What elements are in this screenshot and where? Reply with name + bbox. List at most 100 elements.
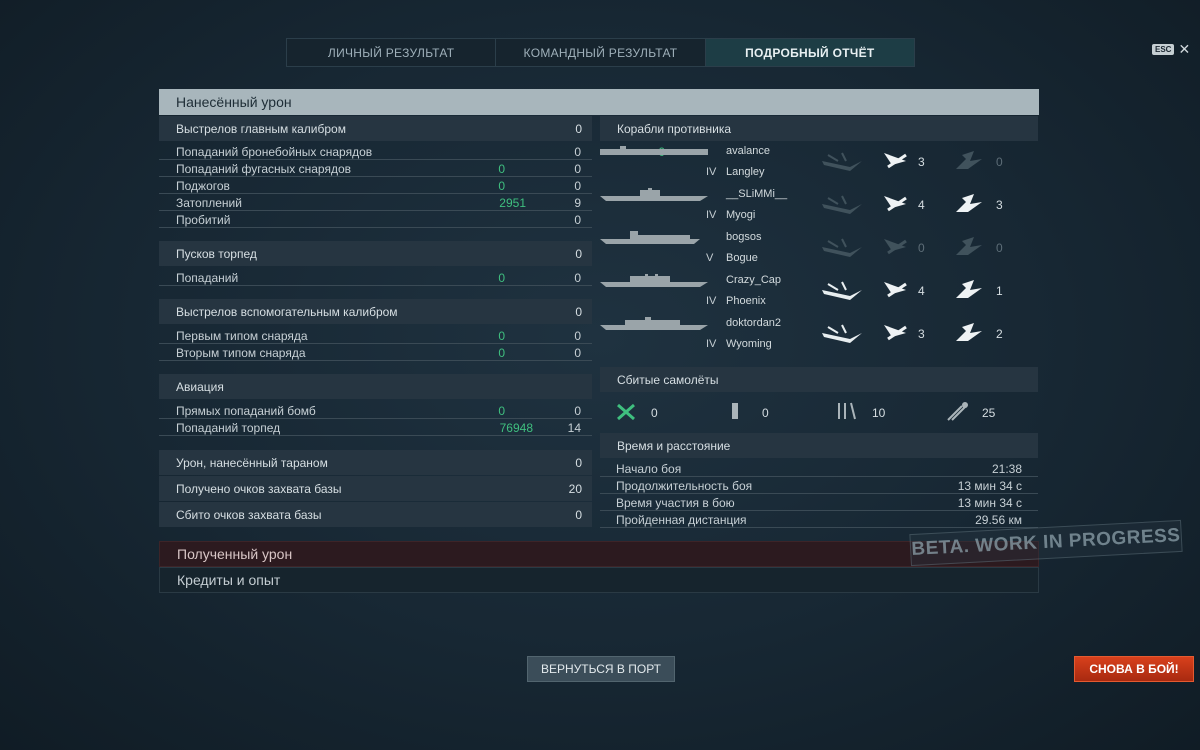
time-value: 21:38	[991, 462, 1022, 476]
sunk-ship-icon	[822, 281, 862, 300]
bomb-hit-count: 1	[996, 284, 1003, 298]
stat-value: 0	[574, 404, 581, 418]
bomb-hit-count: 3	[996, 198, 1003, 212]
close-icon: ✕	[1178, 41, 1191, 57]
stat-value: 0	[574, 271, 581, 285]
stat-green-value: 0	[498, 162, 505, 176]
torpedo-hit-icon	[884, 282, 907, 298]
planes-torpedo-bomber-value: 10	[872, 406, 886, 420]
stat-label: Пробитий	[176, 213, 231, 227]
enemy-player-name: avalance	[726, 145, 771, 157]
stat-green-value: 0	[498, 329, 505, 343]
ship-name: Langley	[726, 166, 765, 178]
enemy-ships-header: Корабли противника	[600, 116, 1038, 141]
ship-silhouette-icon	[600, 231, 700, 244]
stat-label: Прямых попаданий бомб	[176, 404, 316, 418]
ship-tier: IV	[706, 295, 717, 307]
ship-silhouette-icon	[600, 188, 708, 201]
stat-green-value: 0	[498, 271, 505, 285]
ram-header: Урон, нанесённый тараном 0	[159, 450, 592, 475]
credits-and-xp-section[interactable]: Кредиты и опыт	[159, 567, 1039, 593]
dive-bomber-icon	[947, 402, 968, 421]
enemy-player-name: doktordan2	[726, 317, 782, 329]
ship-tier: IV	[706, 209, 717, 221]
sunk-ship-icon	[822, 238, 862, 257]
stat-label: Попаданий бронебойных снарядов	[176, 145, 373, 159]
stat-green-value: 0	[498, 179, 505, 193]
aviation-title: Авиация	[176, 379, 224, 394]
ship-name: Wyoming	[726, 338, 772, 350]
torpedo-hit-icon	[884, 325, 907, 341]
sunk-ship-icon	[822, 195, 862, 214]
torpedo-bomber-icon	[838, 402, 856, 420]
time-row: Начало боя 21:38	[600, 461, 1038, 477]
time-label: Пройденная дистанция	[616, 513, 747, 527]
stat-row: Поджогов 0 0	[159, 178, 592, 194]
bomb-hit-icon	[956, 280, 982, 298]
bomb-hit-count: 0	[996, 241, 1003, 255]
time-row: Продолжительность боя 13 мин 34 с	[600, 478, 1038, 494]
stat-row: Первым типом снаряда 0 0	[159, 328, 592, 344]
stat-green-value: 0	[498, 346, 505, 360]
torpedo-hit-count: 3	[918, 327, 925, 341]
stat-green-value: 0	[498, 404, 505, 418]
enemy-ships-title: Корабли противника	[617, 121, 732, 136]
time-label: Начало боя	[616, 462, 682, 476]
main-battery-header: Выстрелов главным калибром 0	[159, 116, 592, 141]
time-value: 13 мин 34 с	[957, 479, 1022, 493]
planes-title: Сбитые самолёты	[617, 372, 719, 387]
torpedo-hit-count: 0	[918, 241, 925, 255]
close-button[interactable]: ESC ✕	[1152, 41, 1191, 57]
stat-label: Первым типом снаряда	[176, 329, 308, 343]
time-row: Время участия в бою 13 мин 34 с	[600, 495, 1038, 511]
defend-header: Сбито очков захвата базы 0	[159, 502, 592, 527]
time-title: Время и расстояние	[617, 438, 731, 453]
torpedo-hit-icon	[884, 196, 907, 212]
battle-again-button[interactable]: СНОВА В БОЙ!	[1074, 656, 1194, 682]
planes-header: Сбитые самолёты	[600, 367, 1038, 392]
stat-label: Попаданий	[176, 271, 239, 285]
tab-team-result[interactable]: КОМАНДНЫЙ РЕЗУЛЬТАТ	[496, 39, 706, 66]
time-label: Продолжительность боя	[616, 479, 753, 493]
secondary-value: 0	[575, 304, 582, 319]
stat-value: 0	[574, 179, 581, 193]
ship-name: Phoenix	[726, 295, 766, 307]
planes-fighter-value: 0	[651, 406, 658, 420]
stat-green-value: 2951	[499, 196, 526, 210]
torpedoes-header: Пусков торпед 0	[159, 241, 592, 266]
stat-value: 0	[574, 213, 581, 227]
torpedo-hit-icon	[884, 239, 907, 255]
stat-row: Пробитий 0	[159, 212, 592, 228]
ram-title: Урон, нанесённый тараном	[176, 455, 328, 470]
report-tabs: ЛИЧНЫЙ РЕЗУЛЬТАТ КОМАНДНЫЙ РЕЗУЛЬТАТ ПОД…	[286, 38, 915, 67]
bomb-hit-icon	[956, 151, 982, 169]
stat-value: 9	[574, 196, 581, 210]
stat-row: Вторым типом снаряда 0 0	[159, 345, 592, 361]
secondary-header: Выстрелов вспомогательным калибром 0	[159, 299, 592, 324]
capture-value: 20	[568, 481, 582, 496]
damage-received-section[interactable]: Полученный урон	[159, 541, 1039, 567]
ship-name: Bogue	[726, 252, 758, 264]
bomber-icon	[732, 403, 738, 419]
stat-label: Вторым типом снаряда	[176, 346, 306, 360]
main-battery-value: 0	[575, 121, 582, 136]
aviation-header: Авиация	[159, 374, 592, 399]
stat-label: Затоплений	[176, 196, 242, 210]
bomb-hit-count: 2	[996, 327, 1003, 341]
tab-detailed-report[interactable]: ПОДРОБНЫЙ ОТЧЁТ	[705, 39, 914, 66]
return-to-port-button[interactable]: ВЕРНУТЬСЯ В ПОРТ	[527, 656, 675, 682]
torpedo-hit-count: 4	[918, 284, 925, 298]
ship-tier: IV	[706, 338, 717, 350]
enemy-player-name: __SLiMMi__	[726, 188, 788, 200]
bomb-hit-icon	[956, 237, 982, 255]
stat-value: 0	[574, 346, 581, 360]
stat-value: 0	[574, 145, 581, 159]
ship-tier: IV	[706, 166, 717, 178]
stat-row: Попаданий торпед 76948 14	[159, 420, 592, 436]
enemy-player-name: Crazy_Cap	[726, 274, 782, 286]
damage-dealt-section[interactable]: Нанесённый урон	[159, 89, 1039, 115]
time-header: Время и расстояние	[600, 433, 1038, 458]
torpedo-hit-count: 4	[918, 198, 925, 212]
torpedoes-title: Пусков торпед	[176, 246, 257, 261]
tab-personal-result[interactable]: ЛИЧНЫЙ РЕЗУЛЬТАТ	[287, 39, 497, 66]
